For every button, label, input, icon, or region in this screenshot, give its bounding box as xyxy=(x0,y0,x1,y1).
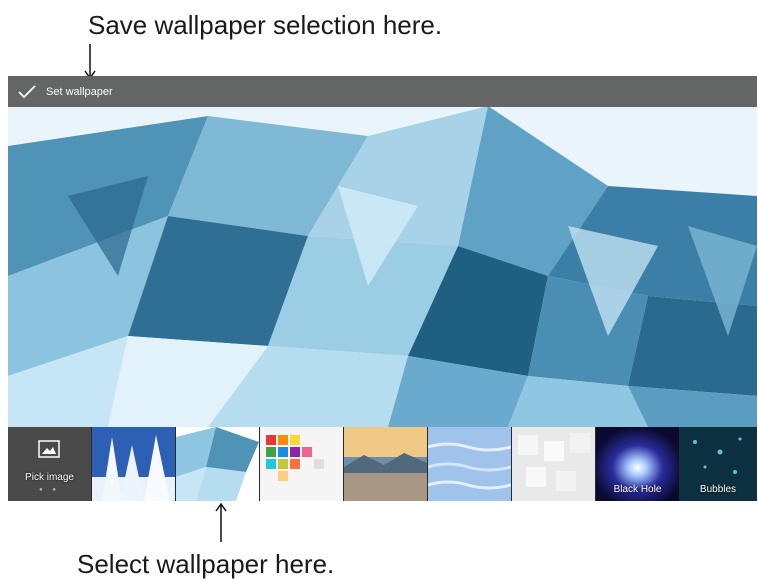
pick-image-thumbnail[interactable]: Pick image ● ● xyxy=(8,427,91,501)
black-hole-label: Black Hole xyxy=(613,484,662,495)
wallpaper-thumbnail-strip: Pick image ● ● Black Hole Bubbles xyxy=(8,427,757,501)
pick-image-label: Pick image xyxy=(25,472,74,483)
pick-image-indicator: ● ● xyxy=(39,487,60,493)
arrow-save xyxy=(84,44,96,80)
wallpaper-thumbnail-snow-trees[interactable] xyxy=(92,427,175,501)
set-wallpaper-label: Set wallpaper xyxy=(46,85,113,98)
bubbles-label: Bubbles xyxy=(699,484,737,495)
image-icon xyxy=(38,440,60,458)
wallpaper-thumbnail-bubbles[interactable]: Bubbles xyxy=(680,427,756,501)
annotation-save: Save wallpaper selection here. xyxy=(88,10,443,40)
set-wallpaper-button[interactable]: Set wallpaper xyxy=(8,76,123,107)
wallpaper-picker-screen: Set wallpaper Pick image ● ● Black Hole … xyxy=(8,76,757,501)
action-bar: Set wallpaper xyxy=(8,76,757,107)
wallpaper-preview xyxy=(8,76,757,427)
wallpaper-thumbnail-color-squares[interactable] xyxy=(260,427,343,501)
arrow-select xyxy=(215,502,227,542)
wallpaper-thumbnail-white-cubes[interactable] xyxy=(512,427,595,501)
annotation-select: Select wallpaper here. xyxy=(77,549,335,579)
wallpaper-thumbnail-water[interactable] xyxy=(428,427,511,501)
wallpaper-thumbnail-landscape[interactable] xyxy=(344,427,427,501)
wallpaper-thumbnail-black-hole[interactable]: Black Hole xyxy=(596,427,679,501)
wallpaper-thumbnail-blue-polygons[interactable] xyxy=(176,427,259,501)
check-icon xyxy=(18,84,36,98)
